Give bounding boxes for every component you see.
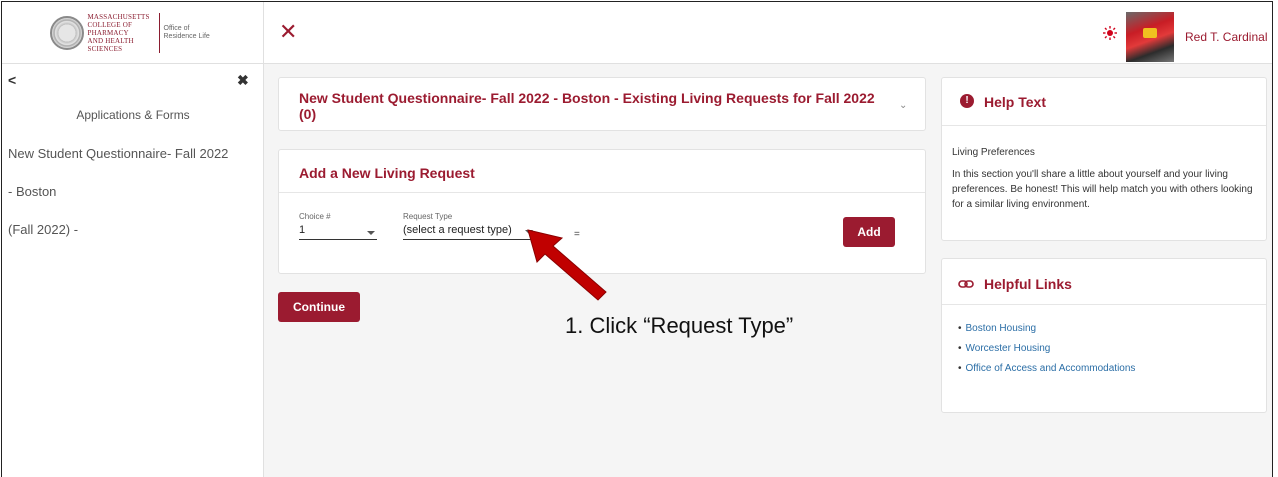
logo[interactable]: Massachusetts College of Pharmacy and He… (2, 2, 264, 64)
caret-down-icon (367, 231, 375, 235)
annotation-arrow (527, 229, 607, 301)
helpful-links-panel: Helpful Links Boston Housing Worcester H… (941, 258, 1267, 413)
info-icon: ! (960, 94, 974, 108)
sidebar-item-term[interactable]: (Fall 2022) - (8, 222, 78, 237)
request-type-select[interactable]: (select a request type) (403, 224, 537, 240)
sidebar-title: Applications & Forms (76, 108, 190, 122)
help-body: In this section you'll share a little ab… (952, 169, 1253, 210)
link-access-accommodations[interactable]: Office of Access and Accommodations (958, 363, 1136, 374)
existing-requests-panel[interactable]: New Student Questionnaire- Fall 2022 - B… (278, 77, 926, 131)
add-request-title: Add a New Living Request (299, 165, 475, 181)
continue-button[interactable]: Continue (278, 292, 360, 322)
links-list: Boston Housing Worcester Housing Office … (958, 323, 1136, 383)
divider (279, 192, 925, 193)
sidebar-item-boston[interactable]: - Boston (8, 184, 56, 199)
sidebar: < ✖ Applications & Forms New Student Que… (2, 64, 264, 477)
help-text-panel: ! Help Text Living Preferences In this s… (941, 77, 1267, 241)
divider (942, 125, 1266, 126)
links-title: Helpful Links (984, 276, 1072, 292)
logo-college-name: Massachusetts College of Pharmacy and He… (88, 13, 160, 53)
link-boston-housing[interactable]: Boston Housing (958, 323, 1135, 334)
choice-select[interactable]: 1 (299, 224, 377, 240)
logo-office-name: Office of Residence Life (163, 25, 210, 40)
divider (942, 304, 1266, 305)
sidebar-item-questionnaire[interactable]: New Student Questionnaire- Fall 2022 (8, 146, 228, 161)
avatar[interactable] (1126, 12, 1174, 62)
help-title: Help Text (984, 94, 1046, 110)
link-worcester-housing[interactable]: Worcester Housing (958, 343, 1135, 354)
sun-icon[interactable] (1103, 26, 1117, 40)
help-heading: Living Preferences (952, 147, 1035, 158)
annotation-text: 1. Click “Request Type” (565, 313, 794, 338)
request-type-label: Request Type (403, 212, 453, 221)
request-type-value: (select a request type) (403, 224, 512, 236)
close-icon[interactable]: ✕ (279, 21, 297, 43)
chevron-down-icon[interactable]: ⌄ (899, 100, 907, 111)
close-icon[interactable]: ✖ (237, 72, 249, 89)
existing-requests-title: New Student Questionnaire- Fall 2022 - B… (299, 90, 875, 122)
chevron-left-icon[interactable]: < (8, 72, 16, 88)
top-bar: Massachusetts College of Pharmacy and He… (2, 2, 1272, 64)
app-window: Massachusetts College of Pharmacy and He… (1, 1, 1273, 477)
choice-value: 1 (299, 224, 306, 236)
add-button[interactable]: Add (843, 217, 895, 247)
user-name[interactable]: Red T. Cardinal (1185, 30, 1268, 44)
college-seal-icon (49, 16, 84, 50)
link-icon (958, 280, 974, 288)
choice-label: Choice # (299, 212, 331, 221)
